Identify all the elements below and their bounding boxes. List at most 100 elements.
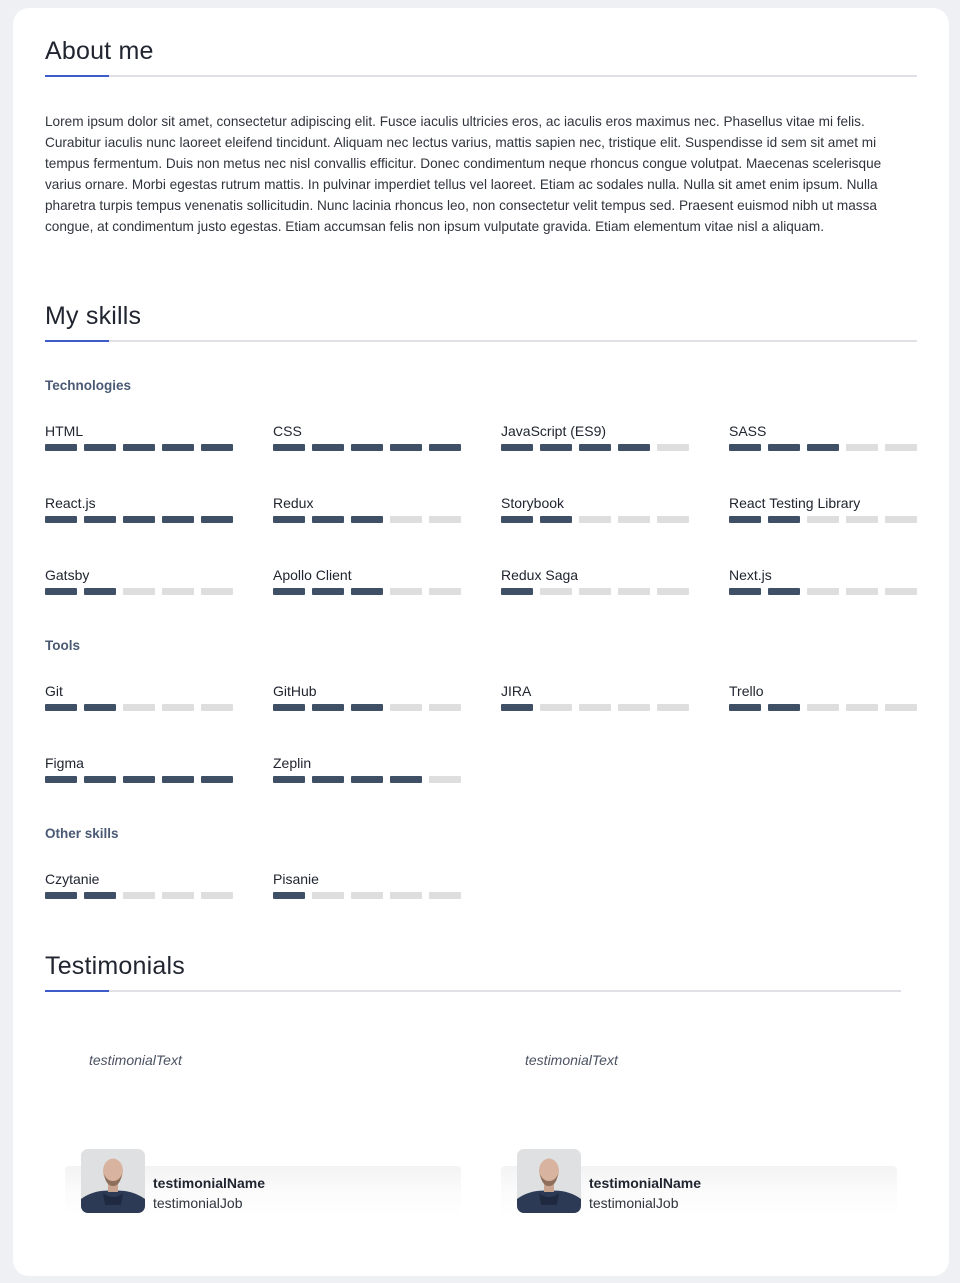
skill-item: React.js bbox=[45, 494, 235, 523]
skill-level-bar-empty bbox=[657, 704, 689, 711]
skill-level-bar-empty bbox=[162, 892, 194, 899]
skills-title: My skills bbox=[45, 302, 142, 330]
skill-level-meter bbox=[729, 704, 924, 711]
skill-level-bar-filled bbox=[729, 704, 761, 711]
skill-name: Zeplin bbox=[273, 755, 312, 771]
skill-level-bar-filled bbox=[84, 516, 116, 523]
skill-level-bar-empty bbox=[123, 704, 155, 711]
skill-level-meter bbox=[45, 444, 240, 451]
skill-level-meter bbox=[45, 892, 240, 899]
skill-level-bar-filled bbox=[45, 588, 77, 595]
skill-level-bar-filled bbox=[45, 444, 77, 451]
skill-level-meter bbox=[273, 516, 468, 523]
skill-level-meter bbox=[45, 516, 240, 523]
about-text: Lorem ipsum dolor sit amet, consectetur … bbox=[45, 114, 882, 234]
skill-level-bar-filled bbox=[768, 588, 800, 595]
skill-level-bar-filled bbox=[540, 444, 572, 451]
skill-level-bar-empty bbox=[429, 704, 461, 711]
skill-level-bar-empty bbox=[390, 588, 422, 595]
skill-level-bar-filled bbox=[84, 776, 116, 783]
skill-name: GitHub bbox=[273, 683, 317, 699]
skill-level-bar-filled bbox=[501, 704, 533, 711]
skill-level-bar-filled bbox=[123, 776, 155, 783]
skill-name: Redux bbox=[273, 495, 314, 511]
skill-level-meter bbox=[501, 444, 696, 451]
skill-name: Storybook bbox=[501, 495, 565, 511]
skill-level-bar-empty bbox=[846, 588, 878, 595]
skill-level-bar-filled bbox=[618, 444, 650, 451]
skill-level-bar-filled bbox=[273, 444, 305, 451]
skill-level-bar-empty bbox=[846, 444, 878, 451]
skill-name: HTML bbox=[45, 423, 84, 439]
skill-group-label: Tools bbox=[45, 638, 80, 653]
skill-name: Figma bbox=[45, 755, 84, 771]
skill-name: Git bbox=[45, 683, 63, 699]
skill-level-bar-filled bbox=[123, 516, 155, 523]
skill-item: Pisanie bbox=[273, 870, 463, 899]
skill-level-meter bbox=[273, 704, 468, 711]
skill-level-bar-filled bbox=[312, 776, 344, 783]
skill-name: React.js bbox=[45, 495, 96, 511]
skill-item: JIRA bbox=[501, 682, 691, 711]
skill-level-bar-empty bbox=[618, 516, 650, 523]
skill-level-bar-empty bbox=[123, 892, 155, 899]
skill-level-bar-filled bbox=[390, 776, 422, 783]
skill-level-bar-filled bbox=[162, 516, 194, 523]
testimonials-divider-accent bbox=[45, 990, 109, 992]
skill-level-meter bbox=[501, 588, 696, 595]
skill-level-bar-empty bbox=[201, 588, 233, 595]
skill-item: Storybook bbox=[501, 494, 691, 523]
skill-level-bar-filled bbox=[351, 516, 383, 523]
skill-level-bar-filled bbox=[501, 516, 533, 523]
profile-card: About me Lorem ipsum dolor sit amet, con… bbox=[13, 8, 949, 1276]
skill-level-meter bbox=[273, 892, 468, 899]
skill-level-bar-empty bbox=[201, 892, 233, 899]
skill-level-bar-empty bbox=[540, 704, 572, 711]
skill-level-bar-empty bbox=[846, 704, 878, 711]
testimonial-text: testimonialText bbox=[89, 1052, 182, 1068]
skill-level-bar-filled bbox=[729, 516, 761, 523]
skill-name: Gatsby bbox=[45, 567, 90, 583]
skill-level-bar-filled bbox=[312, 588, 344, 595]
skill-item: Redux bbox=[273, 494, 463, 523]
testimonial-name: testimonialName bbox=[153, 1175, 266, 1191]
skill-level-bar-empty bbox=[429, 776, 461, 783]
skill-level-bar-filled bbox=[729, 588, 761, 595]
skill-level-bar-filled bbox=[273, 704, 305, 711]
skill-level-bar-empty bbox=[351, 892, 383, 899]
skill-item: GitHub bbox=[273, 682, 463, 711]
skill-level-bar-filled bbox=[501, 444, 533, 451]
skill-level-bar-filled bbox=[45, 704, 77, 711]
skill-level-meter bbox=[729, 588, 924, 595]
skill-level-bar-empty bbox=[657, 444, 689, 451]
avatar bbox=[517, 1149, 581, 1213]
skill-item: Gatsby bbox=[45, 566, 235, 595]
skill-level-bar-empty bbox=[579, 516, 611, 523]
skill-level-bar-empty bbox=[390, 892, 422, 899]
testimonial-name: testimonialName bbox=[589, 1175, 702, 1191]
skill-name: React Testing Library bbox=[729, 495, 861, 511]
skill-level-meter bbox=[45, 704, 240, 711]
skill-name: SASS bbox=[729, 423, 767, 439]
skill-level-bar-empty bbox=[807, 516, 839, 523]
skill-name: Czytanie bbox=[45, 871, 100, 887]
testimonial-card: testimonialText testimonialName testimon… bbox=[65, 1020, 461, 1220]
skill-level-bar-filled bbox=[84, 704, 116, 711]
skill-level-bar-empty bbox=[429, 892, 461, 899]
skill-level-meter bbox=[273, 444, 468, 451]
skill-level-bar-filled bbox=[429, 444, 461, 451]
skill-level-bar-empty bbox=[807, 704, 839, 711]
testimonials-divider bbox=[45, 990, 901, 992]
skill-item: JavaScript (ES9) bbox=[501, 422, 691, 451]
skill-level-meter bbox=[273, 776, 468, 783]
skill-level-bar-filled bbox=[273, 588, 305, 595]
skill-item: Figma bbox=[45, 754, 235, 783]
testimonials-title: Testimonials bbox=[45, 952, 185, 980]
skill-level-bar-filled bbox=[312, 516, 344, 523]
skill-level-bar-filled bbox=[123, 444, 155, 451]
avatar bbox=[81, 1149, 145, 1213]
skill-level-bar-empty bbox=[579, 588, 611, 595]
skill-level-meter bbox=[501, 516, 696, 523]
testimonial-job: testimonialJob bbox=[589, 1195, 679, 1211]
skill-item: Next.js bbox=[729, 566, 919, 595]
